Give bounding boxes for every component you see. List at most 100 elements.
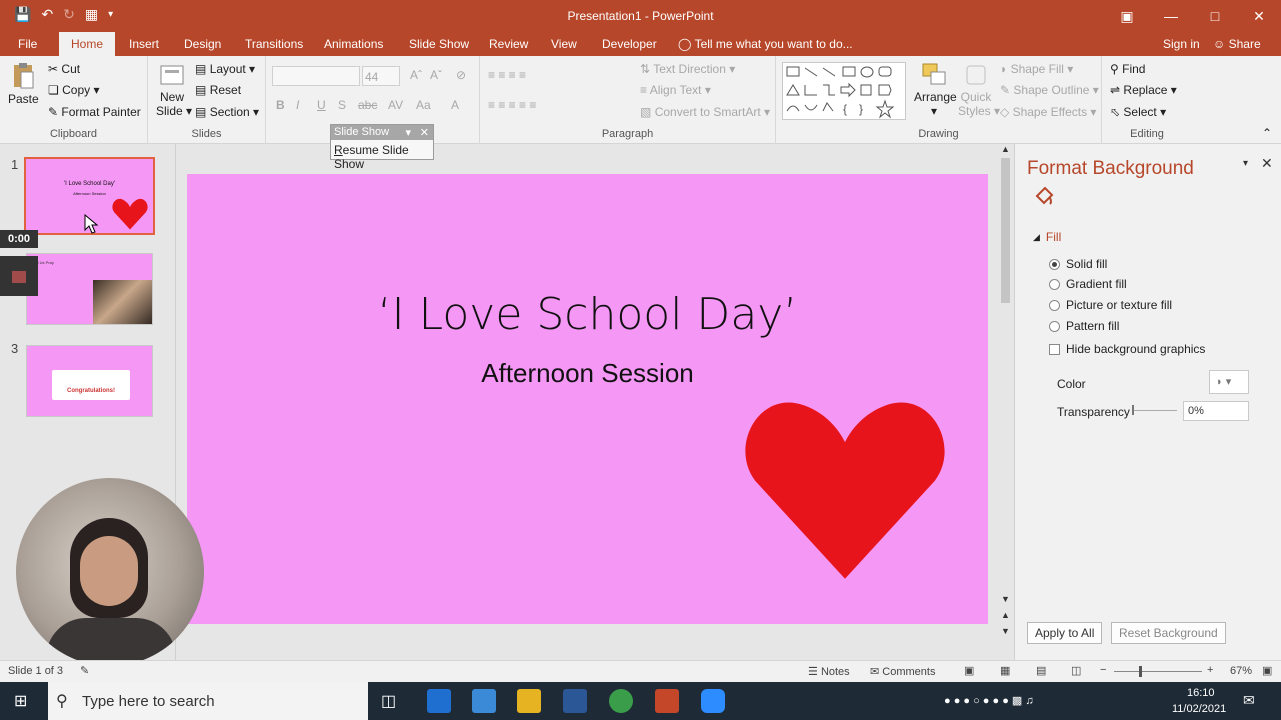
close-button[interactable]: ✕ — [1237, 0, 1281, 32]
find-button[interactable]: ⚲ Find — [1110, 62, 1145, 76]
clear-formatting-icon[interactable]: ⊘ — [456, 68, 466, 82]
tab-home[interactable]: Home — [59, 32, 116, 56]
tab-developer[interactable]: Developer — [602, 37, 657, 51]
slide-sorter-icon[interactable]: ▦ — [1000, 664, 1010, 677]
slide-thumbnail-2[interactable]: Let Us Pray — [26, 253, 153, 325]
zoom-out-icon[interactable]: − — [1100, 664, 1106, 676]
resume-slide-show-button[interactable]: Resume Slide Show — [331, 140, 433, 174]
strikethrough-icon[interactable]: abc — [358, 98, 377, 112]
transparency-input[interactable]: 0% — [1183, 401, 1249, 421]
previous-slide-icon[interactable]: ▲ — [1001, 610, 1010, 620]
shadow-icon[interactable]: S — [338, 98, 346, 112]
quick-styles-button[interactable]: Quick Styles ▾ — [958, 62, 1000, 118]
tab-view[interactable]: View — [551, 37, 577, 51]
align-text-button[interactable]: ≡ Align Text ▾ — [640, 83, 711, 97]
word-icon[interactable] — [563, 689, 587, 713]
layout-button[interactable]: ▤ Layout ▾ — [195, 62, 255, 76]
zoom-app-icon[interactable] — [701, 689, 725, 713]
tell-me-box[interactable]: ◯ Tell me what you want to do... — [678, 37, 853, 51]
taskbar-search-box[interactable]: ⚲ Type here to search — [48, 682, 368, 720]
tab-slide-show[interactable]: Slide Show — [409, 37, 469, 51]
select-button[interactable]: ⬁ Select ▾ — [1110, 105, 1166, 119]
slide-title[interactable]: ‘I Love School Day’ — [187, 289, 988, 340]
tab-design[interactable]: Design — [184, 37, 221, 51]
grow-font-icon[interactable]: Aˆ — [410, 68, 422, 82]
scroll-thumb[interactable] — [1001, 158, 1010, 303]
pane-options-icon[interactable]: ▾ — [1243, 158, 1248, 169]
file-explorer-icon[interactable] — [517, 689, 541, 713]
tab-animations[interactable]: Animations — [324, 37, 383, 51]
transparency-slider[interactable] — [1133, 410, 1177, 411]
radio-gradient-fill[interactable]: Gradient fill — [1049, 277, 1127, 291]
color-picker-button[interactable]: ◗ ▾ — [1209, 370, 1249, 394]
slideshow-view-icon[interactable]: ◫ — [1071, 664, 1081, 677]
fit-slide-icon[interactable]: ▣ — [1262, 664, 1272, 677]
scroll-down-icon[interactable]: ▼ — [1001, 594, 1010, 604]
collapse-ribbon-icon[interactable]: ⌃ — [1262, 126, 1272, 140]
copy-button[interactable]: ❏ Copy ▾ — [48, 83, 99, 97]
task-view-icon[interactable]: ◫ — [381, 691, 396, 711]
clock-time[interactable]: 16:10 — [1187, 687, 1215, 699]
arrange-button[interactable]: Arrange ▾ — [914, 62, 957, 118]
transparency-slider-thumb[interactable] — [1132, 405, 1134, 415]
reset-background-button[interactable]: Reset Background — [1111, 622, 1226, 644]
apply-to-all-button[interactable]: Apply to All — [1027, 622, 1103, 644]
bold-icon[interactable]: B — [276, 98, 285, 112]
tray-icons[interactable]: ● ● ● ○ ● ● ● ▩ ♫ — [944, 694, 1034, 707]
shapes-gallery[interactable]: {} — [782, 62, 906, 120]
cut-button[interactable]: ✂ Cut — [48, 62, 80, 76]
sign-in-link[interactable]: Sign in — [1163, 37, 1200, 51]
zoom-slider[interactable] — [1114, 671, 1202, 672]
radio-pattern-fill[interactable]: Pattern fill — [1049, 319, 1119, 333]
chrome-icon[interactable] — [609, 689, 633, 713]
fill-section-header[interactable]: ◢ Fill — [1033, 230, 1061, 244]
slide-canvas[interactable]: ‘I Love School Day’ Afternoon Session — [187, 174, 988, 624]
heart-shape[interactable] — [743, 396, 947, 582]
slide-thumbnail-3[interactable]: Congratulations! — [26, 345, 153, 417]
powerpoint-icon[interactable] — [655, 689, 679, 713]
maximize-button[interactable]: □ — [1193, 0, 1237, 32]
shape-effects-button[interactable]: ◇ Shape Effects ▾ — [1000, 105, 1096, 119]
minimize-button[interactable]: — — [1149, 0, 1193, 32]
slide-show-toolbar-header[interactable]: Slide Show ▾ ✕ — [331, 125, 433, 140]
char-spacing-icon[interactable]: AV — [388, 98, 403, 112]
replace-button[interactable]: ⇌ Replace ▾ — [1110, 83, 1177, 97]
section-button[interactable]: ▤ Section ▾ — [195, 105, 259, 119]
tab-file[interactable]: File — [18, 37, 37, 51]
tab-review[interactable]: Review — [489, 37, 528, 51]
slide-subtitle[interactable]: Afternoon Session — [187, 358, 988, 389]
radio-solid-fill[interactable]: Solid fill — [1049, 257, 1107, 271]
dropdown-icon[interactable]: ▾ — [405, 126, 411, 139]
hide-background-graphics-checkbox[interactable]: Hide background graphics — [1049, 342, 1205, 356]
italic-icon[interactable]: I — [296, 98, 299, 112]
reading-view-icon[interactable]: ▤ — [1036, 664, 1046, 677]
tab-transitions[interactable]: Transitions — [245, 37, 303, 51]
stop-recording-button[interactable] — [0, 256, 38, 296]
edge-icon[interactable] — [427, 689, 451, 713]
radio-picture-fill[interactable]: Picture or texture fill — [1049, 298, 1172, 312]
zoom-level[interactable]: 67% — [1230, 665, 1252, 677]
scroll-up-icon[interactable]: ▲ — [1001, 144, 1010, 154]
change-case-icon[interactable]: Aa — [416, 98, 431, 112]
reset-button[interactable]: ▤ Reset — [195, 83, 241, 97]
underline-icon[interactable]: U — [317, 98, 326, 112]
next-slide-icon[interactable]: ▼ — [1001, 626, 1010, 636]
font-size-dropdown[interactable]: 44 — [362, 66, 400, 86]
mail-icon[interactable] — [472, 689, 496, 713]
shrink-font-icon[interactable]: Aˇ — [430, 68, 442, 82]
new-slide-button[interactable]: New Slide ▾ — [156, 62, 192, 118]
font-family-dropdown[interactable] — [272, 66, 360, 86]
tab-insert[interactable]: Insert — [129, 37, 159, 51]
ribbon-display-options-icon[interactable]: ▣ — [1105, 0, 1149, 32]
shape-outline-button[interactable]: ✎ Shape Outline ▾ — [1000, 83, 1099, 97]
normal-view-icon[interactable]: ▣ — [964, 664, 974, 677]
vertical-scrollbar[interactable]: ▲ ▼ ▲ ▼ — [998, 144, 1014, 640]
bullets-icon[interactable]: ≡ ≡ ≡ ≡ — [488, 68, 526, 82]
share-button[interactable]: ☺ Share — [1213, 37, 1261, 51]
paste-button[interactable]: Paste — [8, 62, 39, 106]
pane-close-icon[interactable]: ✕ — [1261, 155, 1273, 172]
fill-bucket-icon[interactable] — [1033, 184, 1055, 206]
zoom-in-icon[interactable]: + — [1207, 664, 1213, 676]
spelling-icon[interactable]: ✎ — [80, 664, 89, 677]
shape-fill-button[interactable]: ◗ Shape Fill ▾ — [1000, 62, 1073, 76]
